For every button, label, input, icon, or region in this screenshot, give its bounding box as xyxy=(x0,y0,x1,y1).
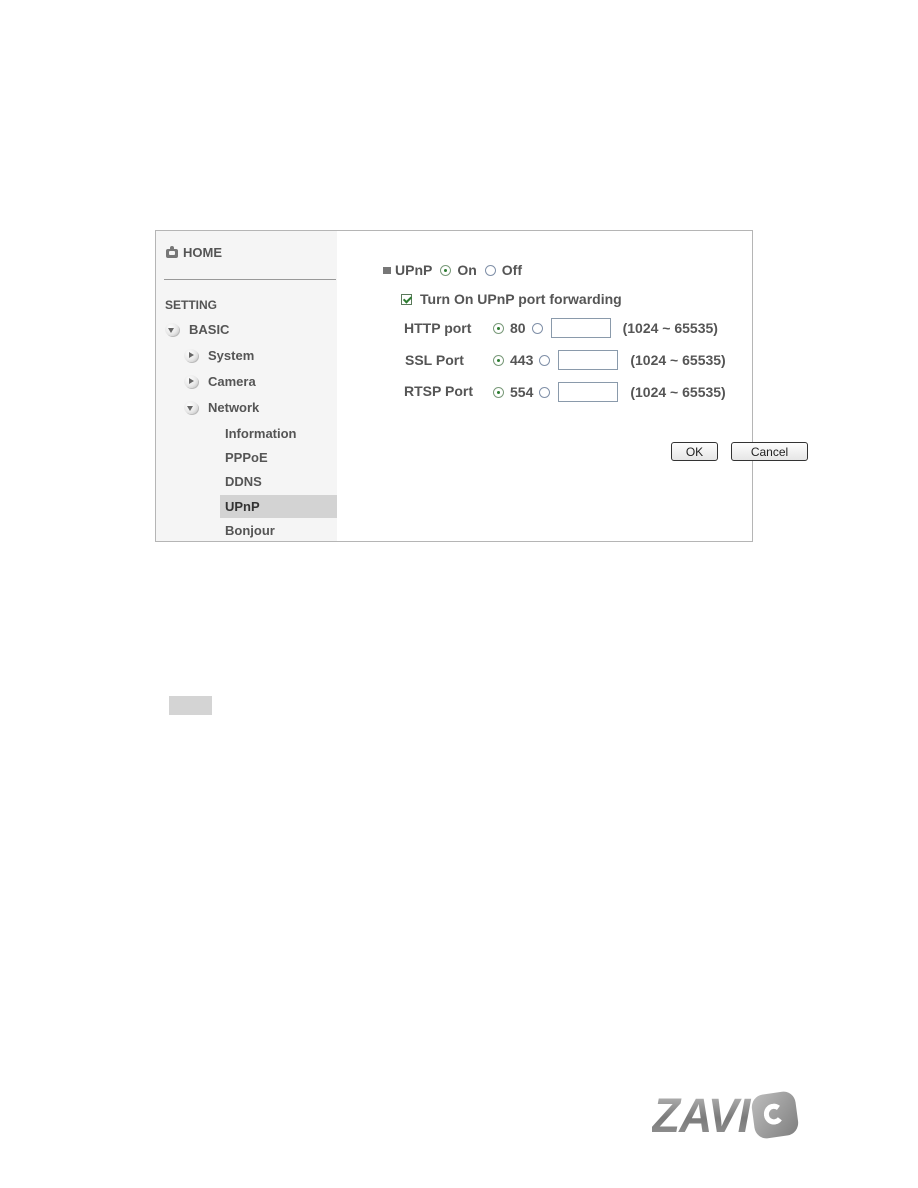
gray-highlight-block xyxy=(169,696,212,715)
ssl-port-default-value: 443 xyxy=(510,352,534,368)
section-setting: SETTING xyxy=(165,298,218,312)
http-port-label: HTTP port xyxy=(404,320,472,336)
settings-panel: HOME SETTING BASIC System Camera Network… xyxy=(155,230,808,542)
rtsp-port-label: RTSP Port xyxy=(404,383,473,399)
sidebar-subitem-pppoe[interactable]: PPPoE xyxy=(220,446,337,469)
collapsed-arrow-icon xyxy=(184,375,198,388)
sidebar-item-network[interactable]: Network xyxy=(184,400,259,415)
sidebar-subitem-ddns[interactable]: DDNS xyxy=(220,470,337,493)
upnp-on-radio[interactable] xyxy=(440,264,452,276)
sidebar-item-basic[interactable]: BASIC xyxy=(165,322,229,337)
logo-o-mark-icon xyxy=(750,1089,801,1141)
home-link[interactable]: HOME xyxy=(165,245,222,260)
ssl-port-range: (1024 ~ 65535) xyxy=(630,352,726,368)
rtsp-port-default-value: 554 xyxy=(510,384,534,400)
rtsp-port-input[interactable] xyxy=(558,382,619,402)
sidebar-subitem-bonjour[interactable]: Bonjour xyxy=(220,519,337,542)
sidebar-divider xyxy=(164,279,336,280)
sidebar-item-camera[interactable]: Camera xyxy=(184,374,256,389)
ssl-port-label: SSL Port xyxy=(405,352,464,368)
rtsp-port-row: 554 (1024 ~ 65535) xyxy=(493,382,726,402)
sidebar-item-label: Camera xyxy=(208,374,256,389)
sidebar-item-label: Network xyxy=(208,400,260,415)
http-port-custom-radio[interactable] xyxy=(531,322,543,334)
upnp-off-label: Off xyxy=(501,262,523,278)
ssl-port-input[interactable] xyxy=(558,350,619,370)
port-forwarding-checkbox[interactable] xyxy=(401,293,412,305)
http-port-row: 80 (1024 ~ 65535) xyxy=(493,318,718,338)
ok-button[interactable]: OK xyxy=(671,442,718,461)
ssl-port-default-radio[interactable] xyxy=(493,354,504,366)
rtsp-port-range: (1024 ~ 65535) xyxy=(630,384,726,400)
sidebar: HOME SETTING BASIC System Camera Network… xyxy=(156,231,337,541)
upnp-on-label: On xyxy=(457,262,477,278)
sidebar-item-label: BASIC xyxy=(189,322,230,337)
camera-home-icon xyxy=(165,245,179,260)
http-port-range: (1024 ~ 65535) xyxy=(622,320,718,336)
sidebar-item-label: System xyxy=(208,348,255,363)
cancel-button[interactable]: Cancel xyxy=(731,442,808,461)
http-port-input[interactable] xyxy=(550,318,611,338)
sidebar-subitem-information[interactable]: Information xyxy=(220,422,337,445)
rtsp-port-custom-radio[interactable] xyxy=(539,386,551,398)
section-bullet-icon xyxy=(383,266,391,274)
port-forwarding-label: Turn On UPnP port forwarding xyxy=(420,291,622,307)
expand-arrow-icon xyxy=(184,401,198,414)
http-port-default-radio[interactable] xyxy=(493,322,504,334)
port-forwarding-row: Turn On UPnP port forwarding xyxy=(401,291,622,307)
upnp-settings-content: UPnP On Off Turn On UPnP port forwarding… xyxy=(337,231,808,541)
sidebar-item-system[interactable]: System xyxy=(184,348,254,363)
sidebar-subitem-upnp[interactable]: UPnP xyxy=(220,495,337,518)
upnp-title: UPnP xyxy=(395,262,433,278)
ssl-port-row: 443 (1024 ~ 65535) xyxy=(493,350,726,370)
expand-arrow-icon xyxy=(165,323,179,336)
http-port-default-value: 80 xyxy=(510,320,526,336)
ssl-port-custom-radio[interactable] xyxy=(539,354,551,366)
rtsp-port-default-radio[interactable] xyxy=(493,386,504,398)
home-label: HOME xyxy=(183,245,222,260)
zavio-logo: ZAVI xyxy=(652,1087,801,1144)
upnp-off-radio[interactable] xyxy=(484,264,496,276)
upnp-toggle-row: UPnP On Off xyxy=(383,262,522,278)
logo-text: ZAVI xyxy=(652,1087,750,1143)
collapsed-arrow-icon xyxy=(184,349,198,362)
